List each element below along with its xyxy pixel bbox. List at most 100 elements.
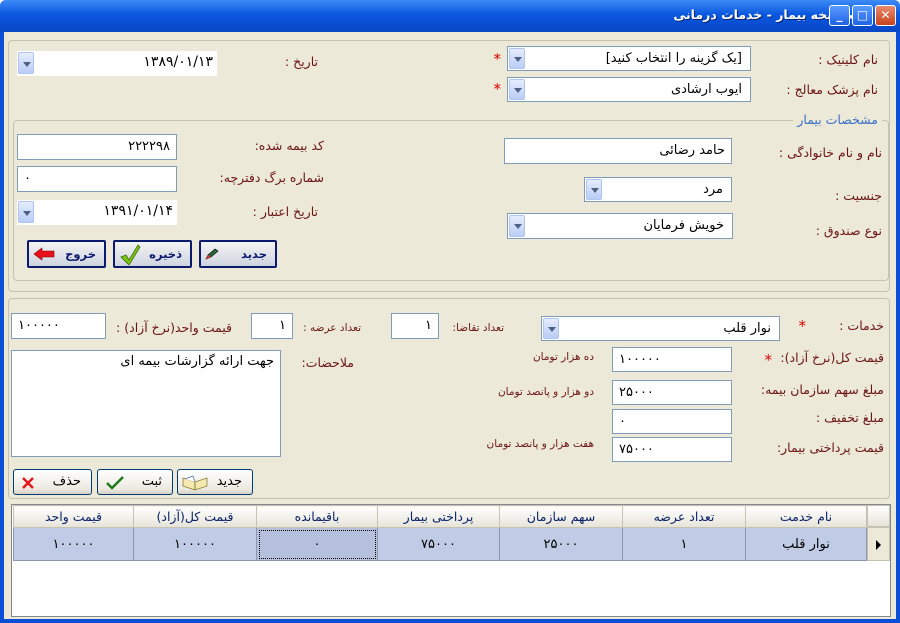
supply-count-field[interactable]: ۱ [251, 313, 293, 339]
chevron-down-icon[interactable] [586, 179, 602, 200]
clinic-select[interactable]: [یک گزینه را انتخاب کنید] [507, 46, 751, 71]
service-required-mark: * [798, 317, 807, 335]
supply-count-label: تعداد عرضه : [303, 322, 361, 334]
column-header[interactable]: قیمت کل(آزاد) [133, 505, 257, 528]
table-cell[interactable]: نوار قلب [745, 527, 867, 561]
table-cell[interactable]: ۱ [622, 527, 746, 561]
title-bar[interactable]: ثبت نسخه بیمار - خدمات درمانی _ □ ✕ [0, 0, 900, 32]
row-header-corner [867, 505, 890, 527]
save-label: ذخیره [149, 247, 182, 261]
chevron-down-icon[interactable] [18, 201, 34, 223]
chevron-down-icon[interactable] [509, 215, 525, 237]
table-header-row: نام خدمت تعداد عرضه سهم سازمان پرداختی ب… [13, 505, 867, 528]
gender-label: جنسیت : [835, 188, 882, 203]
add-row-button[interactable]: جدید [177, 469, 253, 495]
pencil-icon [205, 248, 219, 260]
register-row-label: ثبت [141, 474, 162, 489]
patient-name-field[interactable]: حامد رضائی [504, 138, 732, 164]
form-client-area: نام کلینیک : * [یک گزینه را انتخاب کنید]… [4, 32, 896, 619]
patient-name-label: نام و نام خانوادگی : [778, 145, 882, 160]
validity-date-label: تاریخ اعتبار : [252, 204, 318, 219]
exit-button[interactable]: خروج [27, 240, 106, 268]
total-price-words: ده هزار تومان [532, 351, 594, 363]
gender-select[interactable]: مرد [584, 177, 732, 202]
table-cell[interactable]: ۱۰۰۰۰۰ [13, 527, 134, 561]
delete-row-button[interactable]: حذف [13, 469, 92, 495]
notes-label: ملاحضات: [301, 355, 354, 370]
table-cell[interactable]: ۱۰۰۰۰۰ [133, 527, 257, 561]
total-price-field[interactable]: ۱۰۰۰۰۰ [612, 347, 732, 372]
table-row[interactable]: نوار قلب ۱ ۲۵۰۰۰ ۷۵۰۰۰ ۰ ۱۰۰۰۰۰ ۱۰۰۰۰۰ [13, 527, 867, 561]
insurance-code-label: کد بیمه شده: [254, 138, 324, 153]
total-price-required-mark: * [764, 351, 773, 369]
fund-type-select[interactable]: خویش فرمایان [507, 213, 733, 239]
service-select-value: نوار قلب [723, 321, 771, 336]
unit-price-field[interactable]: ۱۰۰۰۰۰ [11, 313, 106, 339]
add-row-label: جدید [216, 474, 242, 489]
clinic-select-value: [یک گزینه را انتخاب کنید] [605, 51, 742, 66]
chevron-down-icon[interactable] [509, 48, 525, 69]
insurance-share-words: دو هزار و پانصد تومان [497, 386, 594, 398]
column-header[interactable]: قیمت واحد [13, 505, 134, 528]
close-icon [22, 477, 34, 489]
date-label: تاریخ : [284, 54, 318, 69]
insurance-share-field[interactable]: ۲۵۰۰۰ [612, 380, 732, 405]
insurance-share-label: مبلغ سهم سازمان بیمه: [760, 382, 884, 397]
request-count-label: تعداد تقاضا: [452, 322, 504, 334]
table-cell[interactable]: ۷۵۰۰۰ [377, 527, 500, 561]
column-header[interactable]: نام خدمت [745, 505, 867, 528]
delete-row-label: حذف [52, 474, 81, 489]
date-picker[interactable]: ۱۳۸۹/۰۱/۱۳ [17, 51, 217, 76]
doctor-label: نام پزشک معالج : [786, 82, 878, 97]
patient-section-title: مشخصات بیمار [793, 112, 882, 127]
patient-pay-words: هفت هزار و پانصد تومان [486, 438, 594, 450]
clinic-required-mark: * [493, 50, 502, 68]
validity-date-value: ۱۳۹۱/۰۱/۱۴ [103, 203, 173, 219]
save-button[interactable]: ذخیره [113, 240, 192, 268]
register-row-button[interactable]: ثبت [97, 469, 173, 495]
row-header [867, 505, 890, 561]
fund-type-value: خویش فرمایان [643, 218, 724, 233]
patient-pay-field[interactable]: ۷۵۰۰۰ [612, 437, 732, 462]
chevron-down-icon[interactable] [18, 52, 34, 74]
minimize-button[interactable]: _ [829, 5, 850, 26]
doctor-required-mark: * [493, 80, 502, 98]
book-icon [182, 475, 208, 491]
new-record-button[interactable]: جدید [199, 240, 277, 268]
exit-label: خروج [65, 247, 96, 261]
gender-select-value: مرد [703, 182, 723, 197]
discount-label: مبلغ تخفیف : [816, 410, 884, 425]
services-table: نام خدمت تعداد عرضه سهم سازمان پرداختی ب… [13, 505, 867, 561]
patient-pay-label: قیمت پرداختی بیمار: [776, 440, 884, 455]
new-record-label: جدید [241, 247, 267, 261]
total-price-label: قیمت کل(نرخ آزاد): [780, 350, 884, 365]
checkmark-icon [120, 244, 141, 266]
column-header[interactable]: تعداد عرضه [622, 505, 746, 528]
column-header[interactable]: سهم سازمان [499, 505, 623, 528]
doctor-select[interactable]: ایوب ارشادی [507, 77, 751, 102]
current-row-indicator-icon[interactable] [867, 527, 890, 561]
insurance-code-field[interactable]: ۲۲۲۲۹۸ [17, 134, 177, 160]
discount-field[interactable]: ۰ [612, 409, 732, 434]
unit-price-label: قیمت واحد(نرخ آزاد) : [116, 320, 232, 335]
date-value: ۱۳۸۹/۰۱/۱۳ [143, 54, 213, 70]
column-header[interactable]: باقیمانده [256, 505, 378, 528]
maximize-button[interactable]: □ [852, 5, 873, 26]
validity-date-picker[interactable]: ۱۳۹۱/۰۱/۱۴ [17, 200, 177, 225]
booklet-number-field[interactable]: ۰ [17, 166, 177, 192]
service-select[interactable]: نوار قلب [541, 316, 780, 341]
checkmark-icon [106, 476, 124, 490]
table-cell[interactable]: ۲۵۰۰۰ [499, 527, 623, 561]
column-header[interactable]: پرداختی بیمار [377, 505, 500, 528]
notes-textarea[interactable]: جهت ارائه گزارشات بیمه ای [11, 350, 281, 457]
request-count-field[interactable]: ۱ [391, 313, 439, 339]
services-grid[interactable]: نام خدمت تعداد عرضه سهم سازمان پرداختی ب… [11, 504, 891, 617]
close-button[interactable]: ✕ [875, 5, 896, 26]
table-cell[interactable]: ۰ [256, 527, 378, 561]
fund-type-label: نوع صندوق : [815, 223, 882, 238]
clinic-label: نام کلینیک : [818, 52, 878, 67]
chevron-down-icon[interactable] [543, 318, 559, 339]
service-label: خدمات : [839, 318, 884, 333]
doctor-select-value: ایوب ارشادی [670, 82, 742, 97]
chevron-down-icon[interactable] [509, 79, 525, 100]
